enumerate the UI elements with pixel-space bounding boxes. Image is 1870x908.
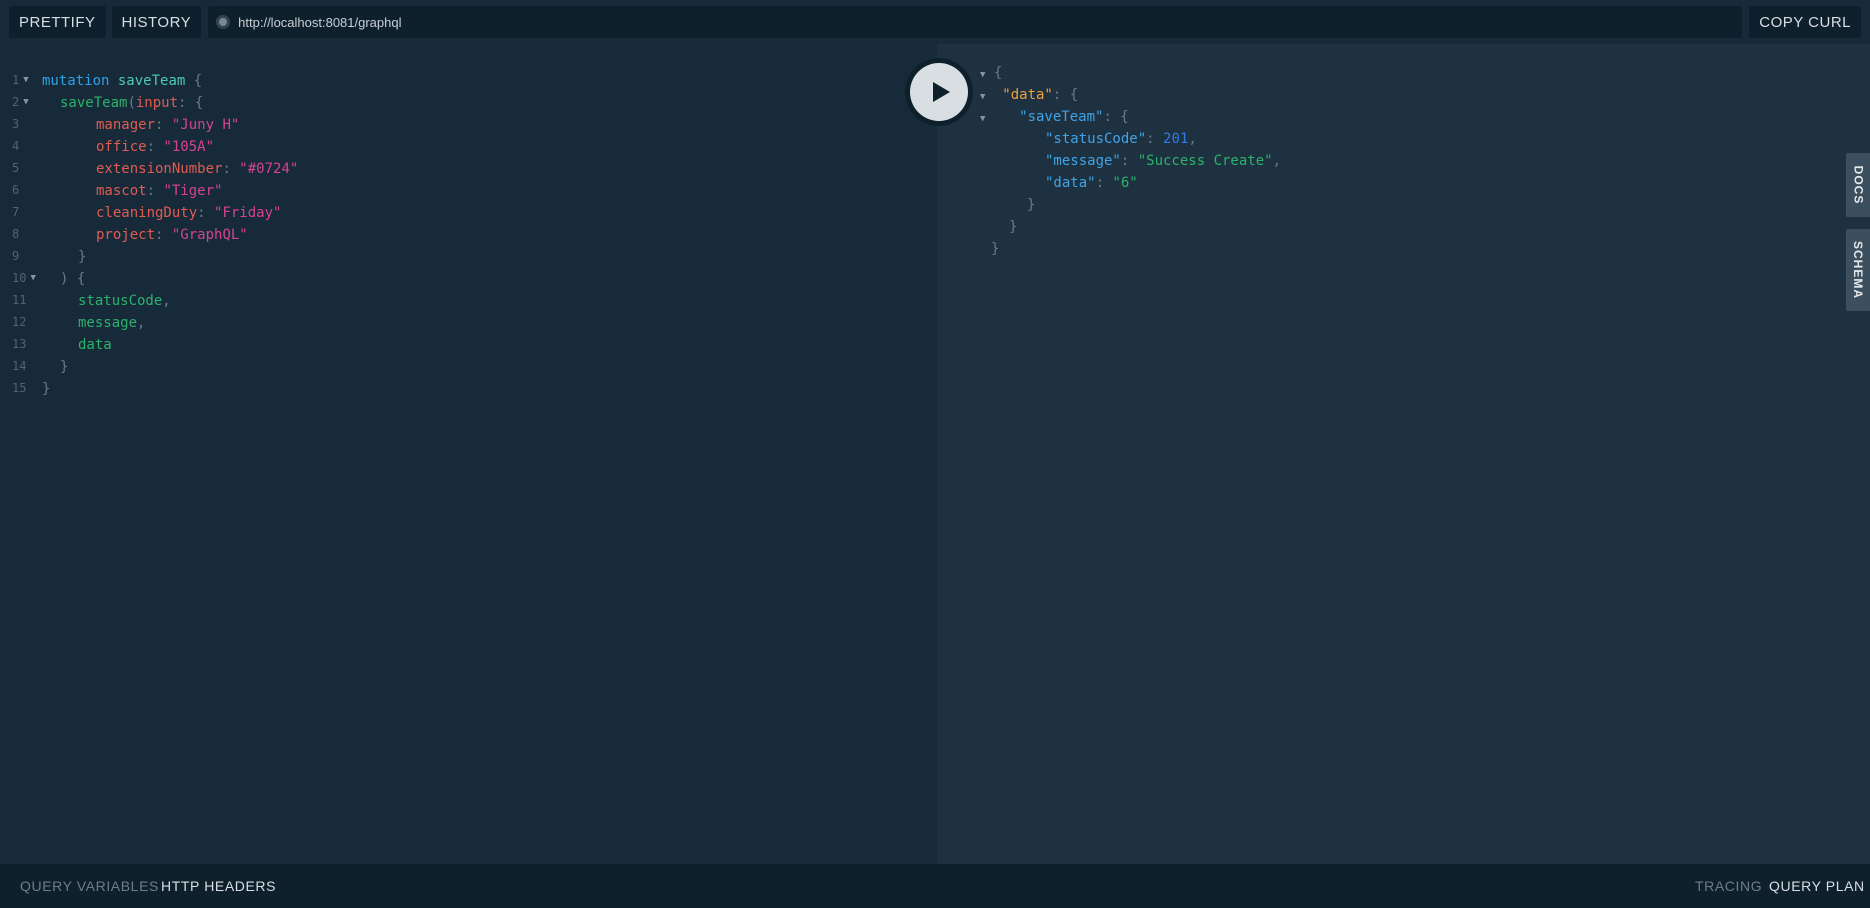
fold-arrow-icon[interactable]: ▼ (980, 92, 985, 102)
code-line: } (60, 359, 69, 375)
line-number: 12 (12, 315, 27, 329)
code-line: data (78, 337, 112, 353)
line-number: 13 (12, 337, 27, 351)
prettify-button[interactable]: PRETTIFY (9, 6, 106, 38)
line-number: 6 (12, 183, 20, 197)
code-line: } (42, 381, 51, 397)
code-line: extensionNumber: "#0724" (96, 161, 299, 177)
http-headers-tab[interactable]: HTTP HEADERS (161, 878, 276, 894)
line-number: 8 (12, 227, 20, 241)
line-number: 5 (12, 161, 20, 175)
connection-status-icon (216, 15, 231, 29)
result-line: ▼ { (980, 65, 1003, 81)
line-number: 11 (12, 293, 27, 307)
code-line: mascot: "Tiger" (96, 183, 223, 199)
code-line: office: "105A" (96, 139, 215, 155)
code-line: project: "GraphQL" (96, 227, 248, 243)
endpoint-url-bar[interactable]: http://localhost:8081/graphql (208, 6, 1743, 38)
result-line: ▼ "data": { (980, 87, 1079, 103)
line-number: 14 (12, 359, 27, 373)
tracing-tab[interactable]: TRACING (1695, 878, 1762, 894)
execute-query-button[interactable] (910, 63, 968, 121)
result-line: "message": "Success Create", (1045, 153, 1282, 169)
result-line: "data": "6" (1045, 175, 1138, 191)
line-number: 7 (12, 205, 20, 219)
fold-arrow-icon[interactable]: ▼ (30, 267, 35, 289)
line-number: 4 (12, 139, 20, 153)
line-number: 10 ▼ (12, 267, 42, 289)
line-number: 2 ▼ (12, 91, 42, 113)
code-line: message, (78, 315, 146, 331)
code-line: } (78, 249, 87, 265)
code-line: statusCode, (78, 293, 171, 309)
query-editor[interactable]: 1 ▼ 2 ▼ 3 4 5 6 7 8 9 10 ▼ 11 12 13 14 15 m… (0, 44, 937, 864)
result-line: ▼ "saveTeam": { (980, 109, 1129, 125)
code-line: saveTeam(input: { (60, 95, 204, 111)
fold-arrow-icon[interactable]: ▼ (980, 70, 985, 80)
fold-arrow-icon[interactable]: ▼ (23, 69, 28, 91)
code-line: cleaningDuty: "Friday" (96, 205, 282, 221)
docs-tab[interactable]: DOCS (1846, 153, 1870, 217)
bottom-bar: QUERY VARIABLES HTTP HEADERS TRACING QUE… (0, 864, 1870, 908)
execute-button-wrapper (905, 58, 973, 126)
toolbar: PRETTIFY HISTORY http://localhost:8081/g… (0, 0, 1870, 44)
line-number: 15 (12, 381, 27, 395)
endpoint-url-input[interactable]: http://localhost:8081/graphql (238, 15, 401, 30)
copy-curl-button[interactable]: COPY CURL (1749, 6, 1861, 38)
line-number: 1 ▼ (12, 69, 42, 91)
result-viewer: ▼ { ▼ "data": { ▼ "saveTeam": { "statusC… (937, 44, 1870, 864)
result-line: } (1027, 197, 1036, 213)
line-number: 9 (12, 249, 20, 263)
result-line: "statusCode": 201, (1045, 131, 1197, 147)
query-plan-tab[interactable]: QUERY PLAN (1769, 878, 1865, 894)
line-number: 3 (12, 117, 20, 131)
fold-arrow-icon[interactable]: ▼ (980, 114, 985, 124)
schema-tab[interactable]: SCHEMA (1846, 229, 1870, 311)
code-line: mutation saveTeam { (42, 73, 203, 89)
result-line: } (991, 241, 1000, 257)
play-icon (933, 82, 950, 102)
result-line: } (1009, 219, 1018, 235)
fold-arrow-icon[interactable]: ▼ (23, 91, 28, 113)
code-line: manager: "Juny H" (96, 117, 240, 133)
code-line: ) { (60, 271, 86, 287)
query-variables-tab[interactable]: QUERY VARIABLES (20, 878, 159, 894)
history-button[interactable]: HISTORY (111, 6, 202, 38)
